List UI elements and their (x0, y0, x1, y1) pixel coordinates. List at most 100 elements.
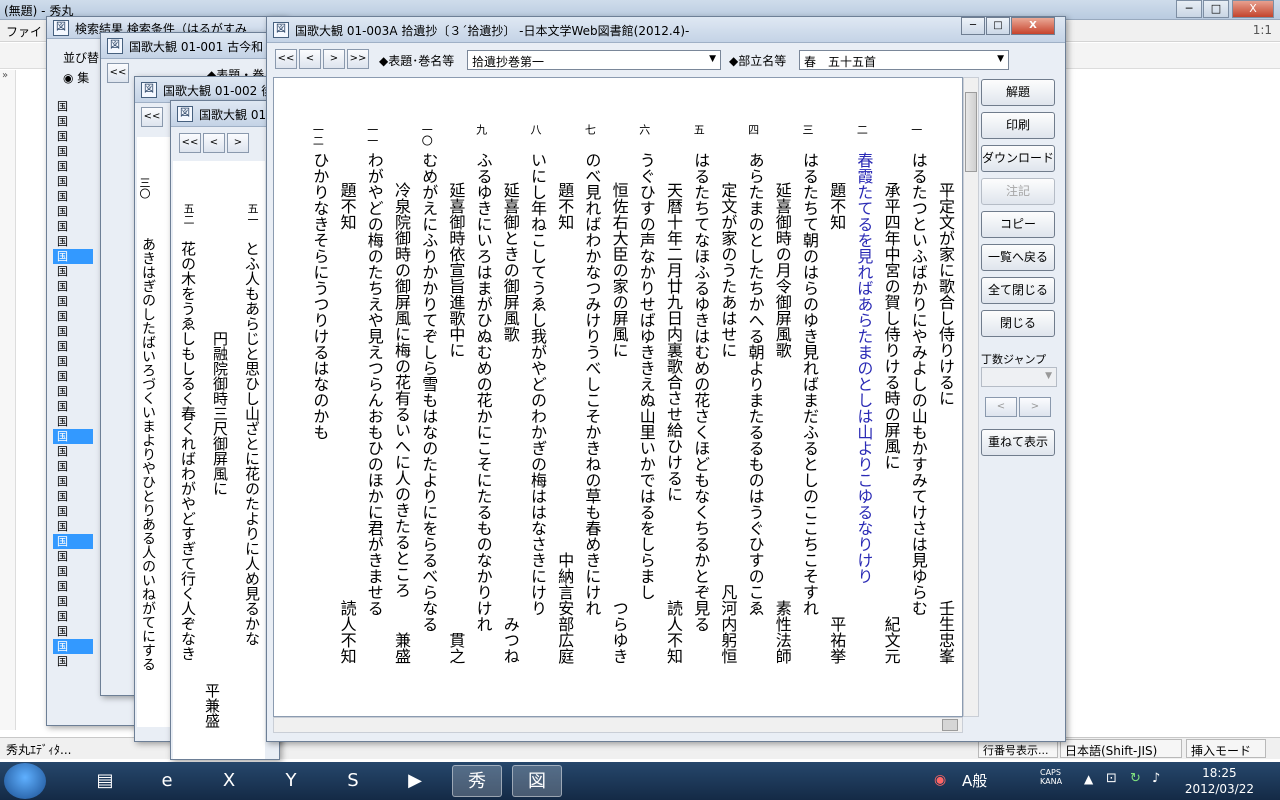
result-row[interactable]: 国 (53, 384, 93, 399)
result-row[interactable]: 国 (53, 204, 93, 219)
taskbar-explorer-icon[interactable]: ▤ (80, 765, 130, 797)
result-row[interactable]: 国 (53, 564, 93, 579)
editor-close-button[interactable]: X (1232, 0, 1274, 18)
stack-windows-button[interactable]: 重ねて表示 (981, 429, 1055, 456)
result-row[interactable]: 国 (53, 489, 93, 504)
prev-button[interactable]: < (203, 133, 225, 153)
result-row[interactable]: 国 (53, 129, 93, 144)
network-icon[interactable]: ⊡ (1106, 771, 1117, 786)
sync-icon[interactable]: ↻ (1130, 771, 1141, 786)
taskbar-hidemaru-icon[interactable]: 秀 (452, 765, 502, 797)
prev-page-button[interactable]: < (299, 49, 321, 69)
result-row[interactable]: 国 (53, 264, 93, 279)
first-button[interactable]: << (107, 63, 129, 83)
result-row[interactable]: 国 (53, 609, 93, 624)
close-all-button[interactable]: 全て閉じる (981, 277, 1055, 304)
poem-text[interactable]: いにし年ねこしてうゑし我がやどのわかぎの梅ははなさきにけり (526, 152, 548, 616)
first-button[interactable]: << (179, 133, 201, 153)
clock[interactable]: 18:25 2012/03/22 (1185, 765, 1254, 797)
result-row[interactable]: 国 (53, 474, 93, 489)
taskbar-ie-icon[interactable]: e (142, 765, 192, 797)
jump-next-button[interactable]: > (1019, 397, 1051, 417)
vertical-scrollbar[interactable] (963, 77, 979, 717)
horizontal-scrollbar[interactable] (273, 717, 963, 733)
taskbar-media-icon[interactable]: ▶ (390, 765, 440, 797)
status-encoding[interactable]: 日本語(Shift-JIS) (1060, 739, 1182, 758)
result-row[interactable]: 国 (53, 279, 93, 294)
back-to-list-button[interactable]: 一覧へ戻る (981, 244, 1055, 271)
result-row[interactable]: 国 (53, 414, 93, 429)
poem-text[interactable]: はるたちてなほふるゆきはむめの花さくほどもなくちるかとぞ見る (689, 152, 711, 632)
result-row[interactable]: 国 (53, 534, 93, 549)
result-row[interactable]: 国 (53, 249, 93, 264)
poem-text[interactable]: うぐひすの声なかりせばゆききえぬ山里いかではるをしらまし (635, 152, 657, 600)
last-page-button[interactable]: >> (347, 49, 369, 69)
poem-text-area[interactable]: 平定文が家に歌合し侍りけるに 壬生忠峯 一はるたつといふばかりにやみよしの山もかすみ… (273, 77, 963, 717)
poem-text[interactable]: ひかりなきそらにうつりけるはなのかも (308, 152, 330, 440)
kokka-window-01-003[interactable]: 図 国歌大観 01 << < > 五一 とふ人もあらじと思ひし山ざとに花のたよりに人め… (170, 100, 280, 760)
poem-text[interactable]: わがやどの梅のたちえや見えつらんおもひのほかに君がきませる (363, 152, 385, 616)
result-row[interactable]: 国 (53, 549, 93, 564)
result-list[interactable]: 国国国国国国国国国国国国国国国国国国国国国国国国国国国国国国国国国国国国国国 (53, 99, 93, 669)
poem-text[interactable]: あらたまのとしたちかへる朝よりまたるるものはうぐひすのこゑ (744, 152, 766, 616)
result-row[interactable]: 国 (53, 144, 93, 159)
next-page-button[interactable]: > (323, 49, 345, 69)
result-row[interactable]: 国 (53, 624, 93, 639)
status-insert-mode[interactable]: 挿入モード (1186, 739, 1266, 758)
ime-icon[interactable]: ◉ (934, 772, 946, 788)
close-button[interactable]: X (1011, 17, 1055, 35)
minimize-button[interactable]: ─ (961, 17, 985, 35)
result-row[interactable]: 国 (53, 354, 93, 369)
poem-text[interactable]: はるたちて朝のはらのゆき見ればまだふるとしのここちこそすれ (798, 152, 820, 616)
poem-text[interactable]: はるたつといふばかりにやみよしの山もかすみてけさは見ゆらむ (907, 152, 929, 616)
result-row[interactable]: 国 (53, 429, 93, 444)
kokka-window-01-003A[interactable]: 図 国歌大観 01-003A 拾遺抄〔３´拾遺抄〕 -日本文学Web図書館(20… (266, 16, 1066, 742)
start-button[interactable] (4, 763, 46, 799)
result-row[interactable]: 国 (53, 234, 93, 249)
scroll-thumb[interactable] (942, 719, 958, 731)
first-page-button[interactable]: << (275, 49, 297, 69)
print-button[interactable]: 印刷 (981, 112, 1055, 139)
taskbar-excel-icon[interactable]: X (204, 765, 254, 797)
download-button[interactable]: ダウンロード (981, 145, 1055, 172)
next-button[interactable]: > (227, 133, 249, 153)
result-row[interactable]: 国 (53, 399, 93, 414)
taskbar-kokka-icon[interactable]: 図 (512, 765, 562, 797)
result-row[interactable]: 国 (53, 579, 93, 594)
result-row[interactable]: 国 (53, 309, 93, 324)
poem-text[interactable]: 春霞たてるを見ればあらたまのとしは山よりこゆるなりけり (852, 152, 874, 584)
ime-mode[interactable]: A般 (962, 770, 987, 791)
jump-prev-button[interactable]: < (985, 397, 1017, 417)
first-button[interactable]: << (141, 107, 163, 127)
result-row[interactable]: 国 (53, 459, 93, 474)
result-row[interactable]: 国 (53, 504, 93, 519)
maximize-button[interactable]: □ (986, 17, 1010, 35)
scroll-thumb[interactable] (965, 92, 977, 172)
result-row[interactable]: 国 (53, 654, 93, 669)
result-row[interactable]: 国 (53, 114, 93, 129)
copy-button[interactable]: コピー (981, 211, 1055, 238)
poem-text[interactable]: のべ見ればわかなつみけりうべしこそかきねの草も春めきにけれ (580, 152, 602, 616)
close-window-button[interactable]: 閉じる (981, 310, 1055, 337)
notes-button[interactable]: 注記 (981, 178, 1055, 205)
poem-text[interactable]: ふるゆきにいろはまがひぬむめの花かにこそにたるものなかりけれ (472, 152, 494, 632)
editor-minimize-button[interactable]: ─ (1176, 0, 1202, 18)
result-row[interactable]: 国 (53, 99, 93, 114)
taskbar-app-y-icon[interactable]: Y (266, 765, 316, 797)
bu-select[interactable]: 春 五十五首 ▼ (799, 50, 1009, 70)
result-row[interactable]: 国 (53, 339, 93, 354)
result-row[interactable]: 国 (53, 219, 93, 234)
tray-arrow-icon[interactable]: ▲ (1084, 772, 1093, 786)
volume-icon[interactable]: ♪ (1152, 771, 1160, 786)
result-row[interactable]: 国 (53, 324, 93, 339)
taskbar-app-s-icon[interactable]: S (328, 765, 378, 797)
poem-text[interactable]: むめがえにふりかかりてぞしら雪もはなのたよりにをらるべらなる (417, 152, 439, 632)
result-row[interactable]: 国 (53, 444, 93, 459)
result-row[interactable]: 国 (53, 294, 93, 309)
result-row[interactable]: 国 (53, 369, 93, 384)
result-row[interactable]: 国 (53, 639, 93, 654)
radio-option[interactable]: ◉ 集 (63, 69, 89, 86)
result-row[interactable]: 国 (53, 189, 93, 204)
result-row[interactable]: 国 (53, 519, 93, 534)
jump-select[interactable]: ▼ (981, 367, 1057, 387)
